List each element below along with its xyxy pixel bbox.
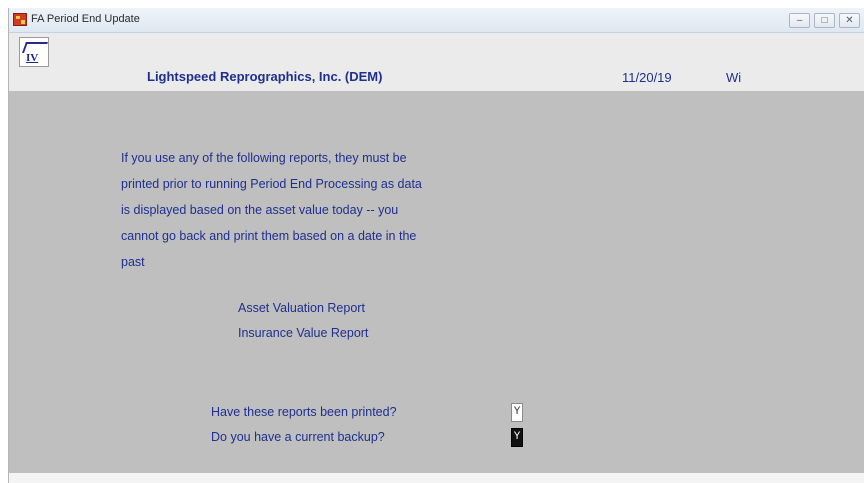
message-line: cannot go back and print them based on a… xyxy=(121,229,417,243)
report-asset-valuation: Asset Valuation Report xyxy=(238,301,365,315)
message-line: printed prior to running Period End Proc… xyxy=(121,177,422,191)
backup-label: Do you have a current backup? xyxy=(211,430,385,444)
status-strip xyxy=(9,473,864,483)
header-user: Wi xyxy=(726,70,742,85)
minimize-icon: – xyxy=(796,15,803,26)
message-line: is displayed based on the asset value to… xyxy=(121,203,399,217)
reports-printed-field[interactable]: Y xyxy=(511,403,523,422)
reports-printed-label: Have these reports been printed? xyxy=(211,405,397,419)
message-line: past xyxy=(121,255,145,269)
maximize-button[interactable]: □ xyxy=(814,13,835,28)
logo-text: IV xyxy=(26,52,39,64)
close-button[interactable]: ✕ xyxy=(839,13,860,28)
header-date: 11/20/19 xyxy=(622,70,672,85)
company-name: Lightspeed Reprographics, Inc. (DEM) xyxy=(147,69,383,84)
backup-field[interactable]: Y xyxy=(511,428,523,447)
report-insurance-value: Insurance Value Report xyxy=(238,326,369,340)
maximize-icon: □ xyxy=(821,15,828,26)
app-window: FA Period End Update – □ ✕ IV Lightspeed… xyxy=(8,8,864,483)
form-area: IV Lightspeed Reprographics, Inc. (DEM) … xyxy=(9,33,864,483)
close-icon: ✕ xyxy=(845,15,854,26)
message-line: If you use any of the following reports,… xyxy=(121,151,407,165)
minimize-button[interactable]: – xyxy=(789,13,810,28)
title-bar[interactable]: FA Period End Update – □ ✕ xyxy=(9,8,864,33)
product-logo: IV xyxy=(19,37,49,67)
window-title: FA Period End Update xyxy=(31,13,140,25)
app-icon[interactable] xyxy=(13,13,27,26)
